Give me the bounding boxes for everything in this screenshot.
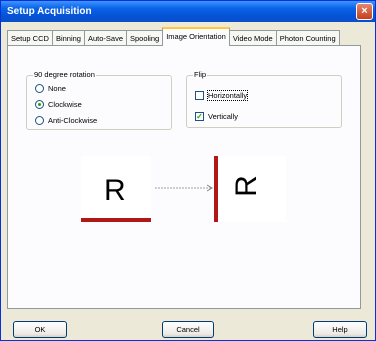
- close-icon: ×: [361, 5, 368, 17]
- flip-group-title: Flip: [193, 70, 208, 79]
- rotation-group-title: 90 degree rotation: [33, 70, 96, 79]
- rotation-none-label: None: [48, 84, 66, 93]
- help-button[interactable]: Help: [313, 321, 367, 338]
- flip-vertical-label: Vertically: [208, 112, 239, 121]
- close-button[interactable]: ×: [356, 3, 373, 20]
- source-letter: R: [104, 174, 126, 207]
- result-letter: R: [229, 175, 263, 197]
- ok-button[interactable]: OK: [13, 321, 67, 338]
- result-red-edge: [214, 156, 218, 222]
- rotation-anticlockwise-label: Anti-Clockwise: [48, 116, 98, 125]
- rotation-anticlockwise-radio[interactable]: [35, 116, 44, 125]
- flip-vertical-checkbox[interactable]: ✓: [195, 112, 204, 121]
- rotation-none-option[interactable]: None: [35, 84, 66, 93]
- tab-strip: Setup CCD Binning Auto-Save Spooling Ima…: [7, 27, 340, 46]
- flip-horizontal-label: Horizontally: [206, 90, 249, 101]
- setup-acquisition-window: Setup Acquisition × Setup CCD Binning Au…: [0, 0, 376, 341]
- source-preview-card: R: [81, 156, 151, 222]
- rotation-anticlockwise-option[interactable]: Anti-Clockwise: [35, 116, 97, 125]
- tab-setup-ccd[interactable]: Setup CCD: [7, 30, 53, 46]
- tab-video-mode[interactable]: Video Mode: [228, 30, 277, 46]
- tab-auto-save[interactable]: Auto-Save: [83, 30, 127, 46]
- cancel-button[interactable]: Cancel: [162, 321, 214, 338]
- flip-horizontal-checkbox[interactable]: [195, 91, 204, 100]
- flip-vertical-option[interactable]: ✓ Vertically: [195, 112, 238, 121]
- rotation-clockwise-label: Clockwise: [48, 100, 82, 109]
- rotation-clockwise-radio[interactable]: [35, 100, 44, 109]
- rotation-clockwise-option[interactable]: Clockwise: [35, 100, 82, 109]
- rotation-group: 90 degree rotation None Clockwise Anti-C…: [26, 70, 172, 130]
- title-bar[interactable]: Setup Acquisition ×: [1, 1, 375, 22]
- arrow-icon: [155, 184, 213, 192]
- result-preview-card: R: [214, 156, 286, 222]
- tab-image-orientation[interactable]: Image Orientation: [162, 27, 230, 46]
- image-orientation-panel: 90 degree rotation None Clockwise Anti-C…: [7, 45, 361, 309]
- tab-spooling[interactable]: Spooling: [126, 30, 164, 46]
- window-title: Setup Acquisition: [7, 6, 92, 17]
- flip-horizontal-option[interactable]: Horizontally: [195, 90, 249, 101]
- tab-photon-counting[interactable]: Photon Counting: [275, 30, 340, 46]
- rotation-none-radio[interactable]: [35, 84, 44, 93]
- flip-group: Flip Horizontally ✓ Vertically: [186, 70, 342, 128]
- source-red-edge: [81, 218, 151, 222]
- tab-binning[interactable]: Binning: [51, 30, 85, 46]
